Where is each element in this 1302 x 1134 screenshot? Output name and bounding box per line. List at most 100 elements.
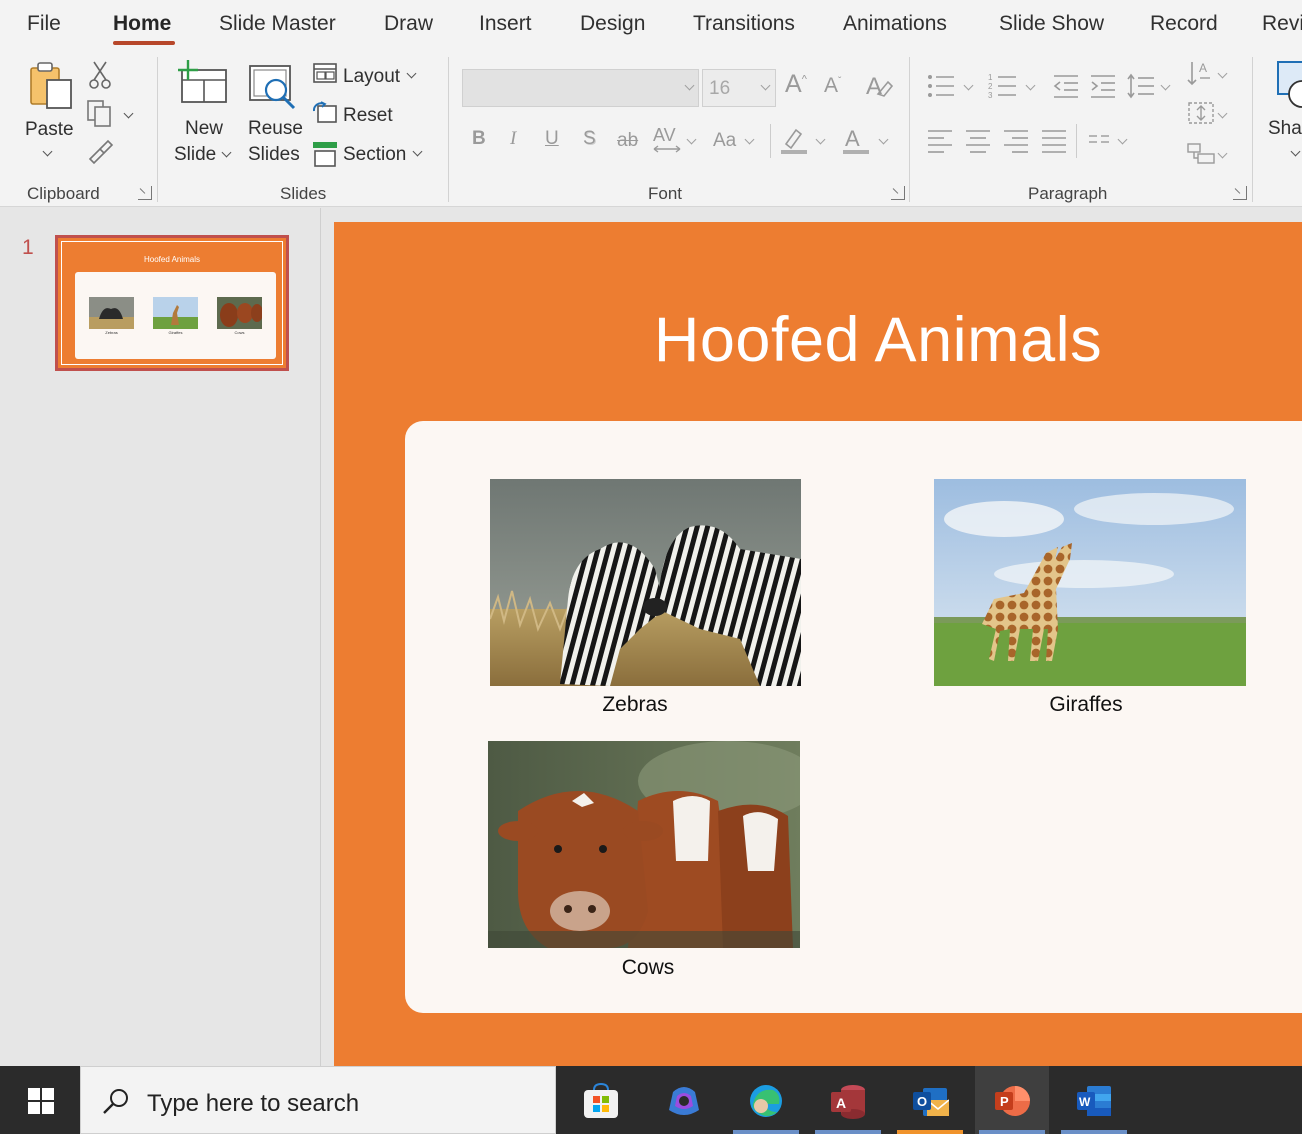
convert-to-smartart-icon[interactable] bbox=[1186, 140, 1216, 166]
tab-transitions[interactable]: Transitions bbox=[693, 12, 795, 36]
new-slide-icon bbox=[178, 60, 227, 103]
tab-review[interactable]: Revi bbox=[1262, 12, 1302, 36]
cow-photo[interactable] bbox=[488, 741, 800, 948]
copy-chevron-down-icon[interactable] bbox=[123, 108, 134, 119]
thumbnail-caption: Giraffes bbox=[168, 330, 183, 335]
svg-text:W: W bbox=[1079, 1095, 1091, 1109]
thumbnail-giraffe-image bbox=[153, 297, 198, 329]
align-text-icon[interactable] bbox=[1186, 100, 1216, 126]
cows-caption[interactable]: Cows bbox=[488, 956, 808, 980]
align-center-icon[interactable] bbox=[964, 128, 992, 154]
taskbar-edge[interactable] bbox=[729, 1066, 803, 1134]
giraffe-photo[interactable] bbox=[934, 479, 1246, 686]
tab-file[interactable]: File bbox=[27, 12, 61, 36]
slide-thumbnail-1[interactable]: Hoofed Animals Zebras Giraffes Cows bbox=[55, 235, 289, 371]
clear-formatting-icon[interactable]: A bbox=[864, 70, 894, 100]
svg-text:3: 3 bbox=[988, 91, 993, 100]
text-direction-icon[interactable]: A bbox=[1186, 58, 1216, 88]
decrease-indent-icon[interactable] bbox=[1052, 72, 1080, 100]
slide-title[interactable]: Hoofed Animals bbox=[558, 304, 1198, 376]
giraffes-caption[interactable]: Giraffes bbox=[934, 693, 1238, 717]
start-button[interactable] bbox=[0, 1066, 80, 1134]
decrease-font-size-icon[interactable]: Aˇ bbox=[824, 74, 841, 98]
align-left-icon[interactable] bbox=[926, 128, 954, 154]
numbering-chevron-down-icon[interactable] bbox=[1025, 80, 1036, 91]
cut-icon[interactable] bbox=[88, 60, 114, 90]
svg-text:2: 2 bbox=[988, 82, 993, 91]
align-text-chevron-down-icon[interactable] bbox=[1217, 108, 1228, 119]
taskbar-word[interactable]: W bbox=[1057, 1066, 1131, 1134]
numbering-icon[interactable]: 123 bbox=[988, 72, 1018, 100]
highlight-chevron-down-icon[interactable] bbox=[815, 134, 826, 145]
word-icon: W bbox=[1077, 1086, 1111, 1116]
slide-canvas[interactable]: Hoofed Animals Zebras Giraffes Cows bbox=[334, 222, 1302, 1066]
line-spacing-icon[interactable] bbox=[1126, 72, 1156, 100]
thumbnail-inner: Hoofed Animals Zebras Giraffes Cows bbox=[61, 241, 283, 365]
font-size-value: 16 bbox=[709, 78, 731, 99]
zebra-photo[interactable] bbox=[490, 479, 801, 686]
tab-slide-master[interactable]: Slide Master bbox=[219, 12, 336, 36]
change-case-chevron-down-icon[interactable] bbox=[744, 134, 755, 145]
slide-thumbnail-pane: 1 Hoofed Animals Zebras Giraffes Cows bbox=[0, 208, 321, 1066]
bullets-icon[interactable] bbox=[926, 72, 956, 100]
tab-home[interactable]: Home bbox=[113, 12, 171, 36]
taskbar-outlook[interactable]: O bbox=[893, 1066, 967, 1134]
format-painter-icon[interactable] bbox=[86, 137, 116, 165]
bullets-chevron-down-icon[interactable] bbox=[963, 80, 974, 91]
justify-icon[interactable] bbox=[1040, 128, 1068, 154]
edge-icon bbox=[750, 1085, 782, 1117]
layout-label: Layout bbox=[343, 66, 401, 87]
copy-icon[interactable] bbox=[86, 99, 114, 127]
tab-record[interactable]: Record bbox=[1150, 12, 1218, 36]
tab-slide-show[interactable]: Slide Show bbox=[999, 12, 1104, 36]
italic-icon[interactable]: I bbox=[510, 128, 516, 150]
layout-icon bbox=[313, 63, 337, 83]
font-color-icon[interactable]: A bbox=[840, 124, 872, 156]
slide-number: 1 bbox=[22, 236, 34, 259]
bold-icon[interactable]: B bbox=[472, 128, 486, 150]
font-name-dropdown[interactable] bbox=[462, 69, 699, 107]
taskbar-copilot[interactable] bbox=[647, 1066, 721, 1134]
font-dialog-launcher-icon[interactable] bbox=[891, 186, 905, 200]
increase-indent-icon[interactable] bbox=[1089, 72, 1117, 100]
text-shadow-icon[interactable]: S bbox=[583, 128, 596, 150]
thumbnail-caption: Zebras bbox=[105, 330, 118, 335]
tab-insert[interactable]: Insert bbox=[479, 12, 532, 36]
content-card[interactable]: Zebras Giraffes Cows bbox=[405, 421, 1302, 1013]
text-direction-chevron-down-icon[interactable] bbox=[1217, 68, 1228, 79]
columns-chevron-down-icon[interactable] bbox=[1117, 134, 1128, 145]
character-spacing-icon[interactable]: AV bbox=[652, 124, 684, 156]
zebras-caption[interactable]: Zebras bbox=[490, 693, 780, 717]
access-icon: A bbox=[831, 1085, 865, 1119]
increase-font-size-icon[interactable]: A^ bbox=[785, 70, 807, 99]
group-divider bbox=[448, 57, 449, 202]
running-app-indicator bbox=[979, 1130, 1045, 1134]
windows-taskbar: Type here to search A O P W bbox=[0, 1066, 1302, 1134]
tab-draw[interactable]: Draw bbox=[384, 12, 433, 36]
paragraph-group-label: Paragraph bbox=[1028, 184, 1108, 203]
line-spacing-chevron-down-icon[interactable] bbox=[1160, 80, 1171, 91]
tab-animations[interactable]: Animations bbox=[843, 12, 947, 36]
font-size-dropdown[interactable]: 16 bbox=[702, 69, 776, 107]
underline-icon[interactable]: U bbox=[545, 128, 559, 150]
taskbar-search-box[interactable]: Type here to search bbox=[80, 1066, 556, 1134]
tab-design[interactable]: Design bbox=[580, 12, 645, 36]
taskbar-microsoft-store[interactable] bbox=[564, 1066, 638, 1134]
slide-editing-area: Hoofed Animals Zebras Giraffes Cows bbox=[322, 208, 1302, 1066]
change-case-icon[interactable]: Aa bbox=[713, 130, 736, 152]
paragraph-dialog-launcher-icon[interactable] bbox=[1233, 186, 1247, 200]
strikethrough-icon[interactable]: ab bbox=[617, 130, 638, 152]
taskbar-powerpoint[interactable]: P bbox=[975, 1066, 1049, 1134]
clipboard-dialog-launcher-icon[interactable] bbox=[138, 186, 152, 200]
smartart-chevron-down-icon[interactable] bbox=[1217, 148, 1228, 159]
character-spacing-chevron-down-icon[interactable] bbox=[686, 134, 697, 145]
font-color-chevron-down-icon[interactable] bbox=[878, 134, 889, 145]
highlight-color-icon[interactable] bbox=[778, 124, 810, 156]
group-divider bbox=[909, 57, 910, 202]
copilot-icon bbox=[669, 1087, 699, 1115]
svg-text:A: A bbox=[836, 1095, 846, 1111]
align-right-icon[interactable] bbox=[1002, 128, 1030, 154]
columns-icon[interactable] bbox=[1087, 132, 1111, 152]
new-slide-chevron-down-icon bbox=[221, 147, 232, 158]
taskbar-access[interactable]: A bbox=[811, 1066, 885, 1134]
